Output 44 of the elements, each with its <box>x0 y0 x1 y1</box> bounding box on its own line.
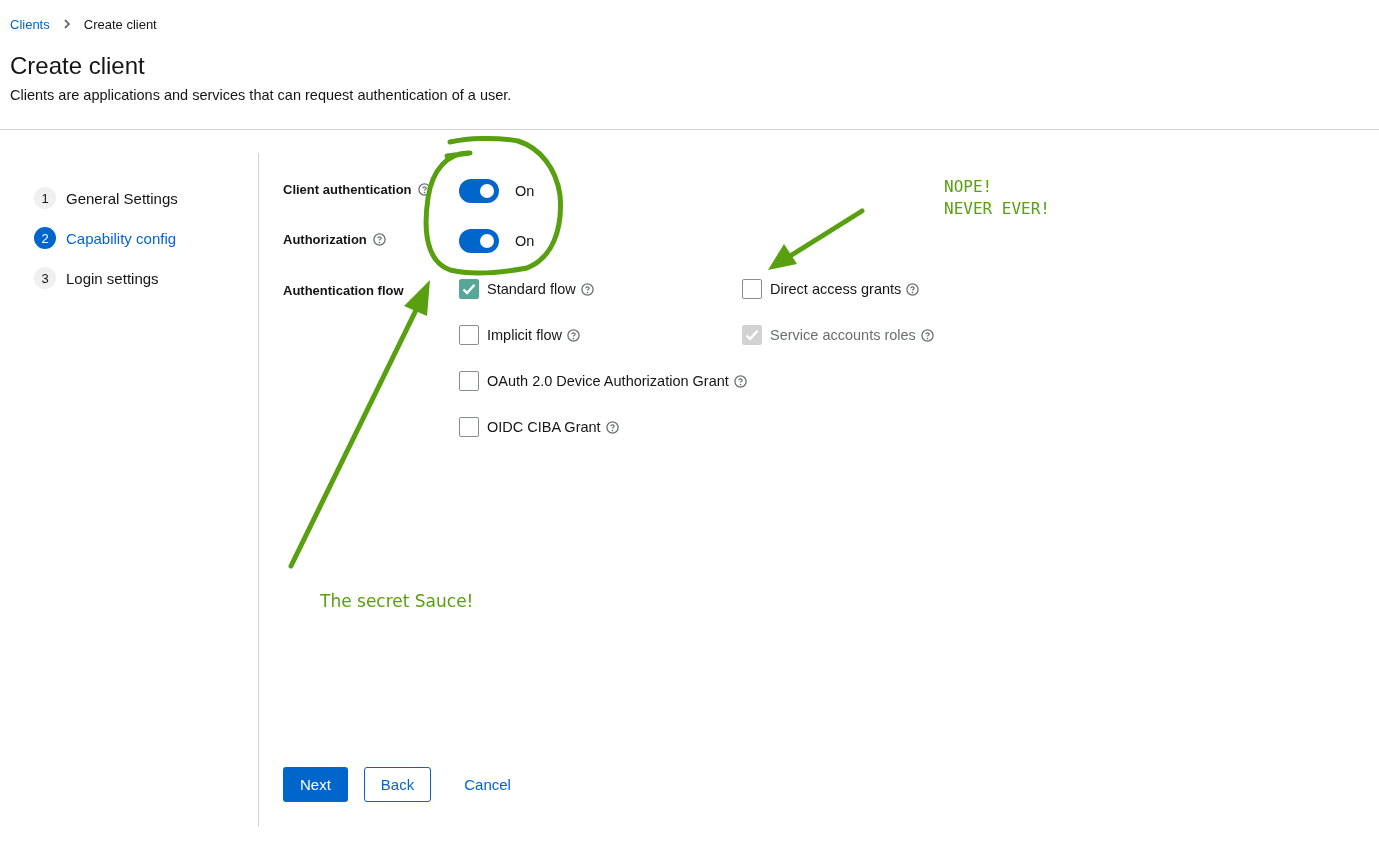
help-icon[interactable] <box>920 329 934 342</box>
step-number: 3 <box>34 267 56 289</box>
checkbox[interactable] <box>459 279 479 299</box>
wizard-step[interactable]: General Settings <box>66 189 178 207</box>
wizard-step[interactable]: Login settings <box>66 269 159 287</box>
help-icon[interactable] <box>906 283 920 296</box>
help-icon[interactable] <box>605 421 619 434</box>
step-number: 1 <box>34 187 56 209</box>
help-icon[interactable] <box>372 233 386 246</box>
toggle-switch[interactable] <box>459 179 499 203</box>
checkbox[interactable] <box>742 279 762 299</box>
help-icon[interactable] <box>733 375 747 388</box>
field-label: Client authentication <box>283 182 412 197</box>
toggle-state: On <box>515 232 535 251</box>
checkbox-label: Direct access grants <box>770 280 902 299</box>
toggle-switch[interactable] <box>459 229 499 253</box>
field-label: Authorization <box>283 232 367 247</box>
check-icon <box>745 329 759 341</box>
wizard-step[interactable]: Capability config <box>66 229 177 247</box>
back-button[interactable]: Back <box>363 767 432 802</box>
page-title: Create client <box>9 51 146 81</box>
checkbox-label: Standard flow <box>487 280 576 299</box>
help-icon[interactable] <box>566 329 580 342</box>
checkbox-label: OIDC CIBA Grant <box>487 418 601 437</box>
annotation-note: NOPE! NEVER EVER! <box>944 176 1050 220</box>
next-button[interactable]: Next <box>283 767 348 802</box>
annotation-note: The secret Sauce! <box>320 590 474 612</box>
cancel-button[interactable]: Cancel <box>447 767 528 802</box>
checkbox-label: Service accounts roles <box>770 326 916 345</box>
page-description: Clients are applications and services that can request authentication of a user. <box>9 86 513 105</box>
field-label: Authentication flow <box>283 283 404 298</box>
breadcrumb-current: Create client <box>83 16 157 32</box>
breadcrumb-link[interactable]: Clients <box>10 16 50 32</box>
checkbox[interactable] <box>459 325 479 345</box>
checkbox-label: OAuth 2.0 Device Authorization Grant <box>487 372 729 391</box>
checkbox[interactable] <box>459 417 479 437</box>
checkbox-label: Implicit flow <box>487 326 562 345</box>
chevron-right-icon <box>63 19 70 29</box>
step-number: 2 <box>34 227 56 249</box>
help-icon[interactable] <box>417 183 431 196</box>
help-icon[interactable] <box>580 283 594 296</box>
toggle-state: On <box>515 182 535 201</box>
checkbox[interactable] <box>459 371 479 391</box>
check-icon <box>462 283 476 295</box>
